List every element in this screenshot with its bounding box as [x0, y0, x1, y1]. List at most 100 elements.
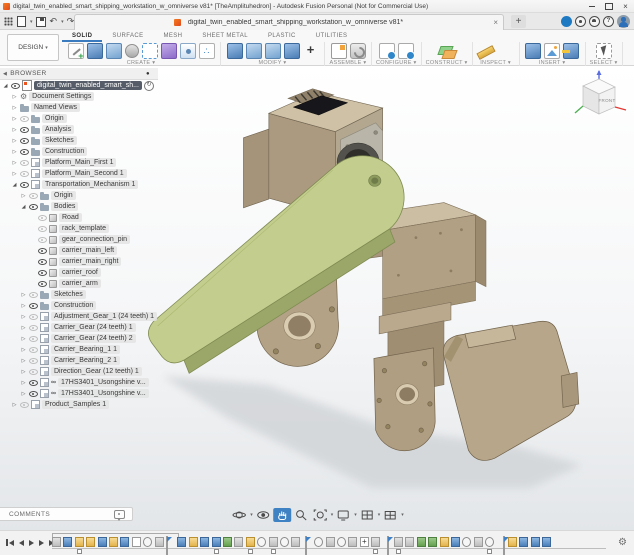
design-workspace-selector[interactable]: DESIGN ▾ [7, 34, 59, 61]
timeline-feature-sk[interactable] [508, 537, 517, 547]
expand-arrow-icon[interactable]: ▷ [20, 380, 27, 386]
visibility-eye-icon[interactable] [38, 246, 47, 255]
expand-arrow-icon[interactable]: ▷ [20, 336, 27, 342]
timeline-feature-mot[interactable] [314, 537, 323, 547]
extensions-icon[interactable] [575, 16, 586, 27]
maximize-button[interactable] [600, 0, 617, 13]
timeline-feature-grn[interactable] [428, 537, 437, 547]
browser-item-label[interactable]: Sketches [42, 136, 77, 145]
browser-item-label[interactable]: Bodies [51, 202, 78, 211]
timeline-feature-flag[interactable] [166, 536, 168, 555]
expand-arrow-icon[interactable]: ▷ [11, 171, 18, 177]
sweep-icon[interactable] [106, 43, 122, 59]
visibility-eye-icon[interactable] [38, 213, 47, 222]
visibility-eye-icon[interactable] [38, 224, 47, 233]
expand-arrow-icon[interactable]: ▷ [11, 94, 18, 100]
browser-item-label[interactable]: rack_template [59, 224, 109, 233]
browser-item-label[interactable]: Construction [42, 147, 87, 156]
browser-item-label[interactable]: Origin [42, 114, 67, 123]
create-form-icon[interactable] [161, 43, 177, 59]
step-back-button[interactable] [18, 539, 25, 547]
expand-arrow-icon[interactable]: ▷ [11, 138, 18, 144]
browser-item-label[interactable]: gear_connection_pin [59, 235, 130, 244]
visibility-eye-icon[interactable] [38, 235, 47, 244]
browser-item-label[interactable]: carrier_arm [59, 279, 101, 288]
browser-item-label[interactable]: Named Views [31, 103, 80, 112]
expand-arrow-icon[interactable]: ▷ [11, 149, 18, 155]
timeline-feature-mot[interactable] [143, 537, 152, 547]
ribbon-tab-solid[interactable]: SOLID [62, 30, 102, 42]
expand-arrow-icon[interactable]: ◢ [2, 83, 9, 89]
browser-item-label[interactable]: Carrier_Gear (24 teeth) 2 [51, 334, 136, 343]
timeline-settings-gear-icon[interactable]: ⚙ [618, 537, 627, 549]
timeline-feature-gr[interactable] [269, 537, 278, 547]
timeline-feature-sk[interactable] [189, 537, 198, 547]
timeline-feature-flag[interactable] [305, 536, 307, 555]
timeline-feature-mot[interactable] [337, 537, 346, 547]
timeline-feature-sk[interactable] [109, 537, 118, 547]
browser-item-label[interactable]: Sketches [51, 290, 86, 299]
timeline-feature-ex[interactable] [531, 537, 540, 547]
visibility-eye-icon[interactable] [29, 191, 38, 200]
help-icon[interactable]: ? [603, 16, 614, 27]
viewport-canvas[interactable]: FRONT ◀ BROWSER ● ◢digital_twin_enabled_… [0, 66, 634, 530]
expand-arrow-icon[interactable]: ▷ [20, 314, 27, 320]
timeline-feature-sk[interactable] [246, 537, 255, 547]
timeline-feature-gr[interactable] [348, 537, 357, 547]
timeline-feature-gr[interactable] [394, 537, 403, 547]
sync-status-icon[interactable]: ↻ [144, 81, 154, 91]
visibility-eye-icon[interactable] [20, 136, 29, 145]
browser-item-label[interactable]: Origin [51, 191, 76, 200]
browser-item-label[interactable]: Analysis [42, 125, 74, 134]
visibility-eye-icon[interactable] [29, 367, 38, 376]
ribbon-tab-sheet-metal[interactable]: SHEET METAL [192, 30, 258, 42]
expand-arrow-icon[interactable]: ▷ [20, 347, 27, 353]
configure-icon[interactable] [379, 43, 395, 59]
browser-item-label[interactable]: Carrier_Bearing_1 1 [51, 345, 120, 354]
visibility-eye-icon[interactable] [20, 180, 29, 189]
timeline-feature-sk[interactable] [75, 537, 84, 547]
grid-and-snaps-icon[interactable] [358, 508, 376, 522]
visibility-eye-icon[interactable] [38, 257, 47, 266]
timeline-feature-grn[interactable] [417, 537, 426, 547]
fillet-icon[interactable] [246, 43, 262, 59]
comment-bubble-icon[interactable] [114, 510, 125, 519]
measure-icon[interactable] [478, 43, 494, 59]
expand-arrow-icon[interactable]: ◢ [20, 204, 27, 210]
timeline-feature-sk[interactable] [86, 537, 95, 547]
timeline-feature-gr[interactable] [155, 537, 164, 547]
play-button[interactable] [28, 539, 35, 547]
browser-item-label[interactable]: Carrier_Bearing_2 1 [51, 356, 120, 365]
browser-item-label[interactable]: carrier_main_left [59, 246, 117, 255]
ribbon-tab-mesh[interactable]: MESH [153, 30, 192, 42]
close-tab-icon[interactable]: × [493, 19, 498, 27]
browser-item-label[interactable]: 17HS3401_Usongshine v... [58, 389, 149, 398]
timeline-feature-ex[interactable] [120, 537, 129, 547]
browser-item-label[interactable]: Platform_Main_Second 1 [42, 169, 127, 178]
browser-item-label[interactable]: carrier_main_right [59, 257, 121, 266]
minimize-button[interactable] [583, 0, 600, 13]
timeline-feature-gr[interactable] [371, 537, 380, 547]
visibility-eye-icon[interactable] [29, 301, 38, 310]
section-analysis-icon[interactable] [497, 43, 513, 59]
expand-arrow-icon[interactable]: ▷ [20, 358, 27, 364]
new-tab-button[interactable]: + [511, 15, 526, 28]
timeline-feature-flag[interactable] [387, 536, 389, 555]
view-cube[interactable]: FRONT [572, 70, 628, 128]
collapse-panel-icon[interactable]: ◀ [3, 71, 7, 77]
visibility-eye-icon[interactable] [11, 81, 20, 90]
job-status-icon[interactable] [561, 16, 572, 27]
timeline-feature-doc[interactable] [132, 537, 141, 547]
chamfer-icon[interactable] [265, 43, 281, 59]
browser-item-label[interactable]: Adjustment_Gear_1 (24 teeth) 1 [51, 312, 157, 321]
visibility-eye-icon[interactable] [29, 389, 38, 398]
zoom-icon[interactable] [292, 508, 310, 522]
ribbon-tab-surface[interactable]: SURFACE [102, 30, 153, 42]
timeline-marker[interactable] [373, 549, 378, 554]
timeline-feature-gr[interactable] [474, 537, 483, 547]
timeline-feature-ex[interactable] [63, 537, 72, 547]
timeline-feature-sk[interactable] [440, 537, 449, 547]
look-at-icon[interactable] [254, 508, 272, 522]
browser-item-label[interactable]: Construction [51, 301, 96, 310]
comments-bar[interactable]: COMMENTS [0, 507, 133, 521]
